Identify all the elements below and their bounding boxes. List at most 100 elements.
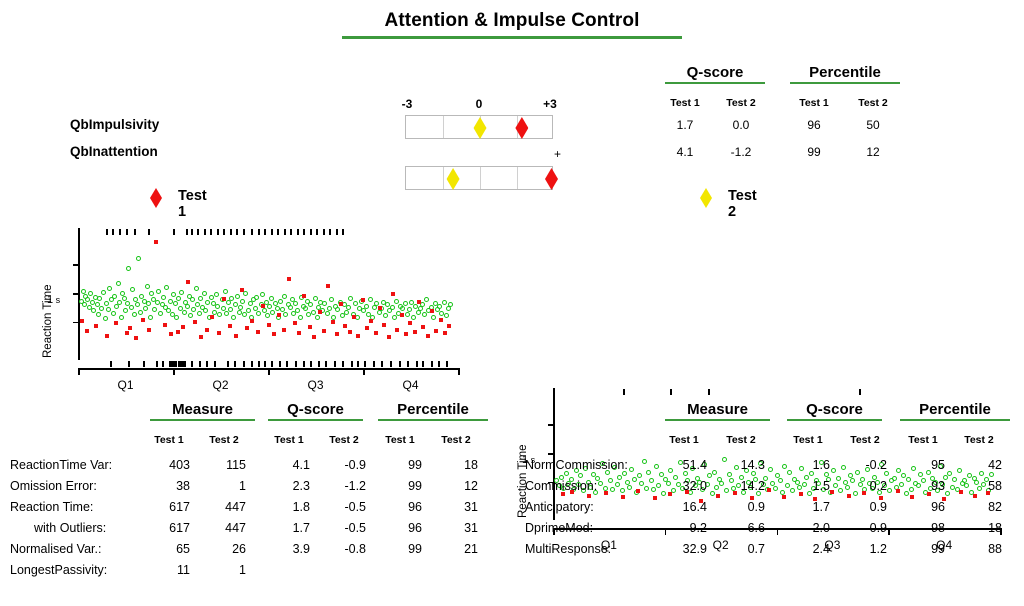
right-table-cell-q2: 0.9: [869, 500, 887, 514]
plot-top-mark: [290, 229, 293, 235]
plot-point-incorrect: [94, 323, 99, 328]
plot-bottom-mark: [381, 361, 384, 367]
plot-bottom-mark: [270, 361, 273, 367]
bottom-left-table: Measure Q-score Percentile Test 1 Test 2…: [10, 398, 490, 598]
plot-point-incorrect: [307, 325, 312, 330]
legend-test2-label: Test 2: [728, 188, 757, 220]
left-col-header-q1: Test 1: [274, 434, 304, 446]
plot-point-correct: [326, 305, 332, 311]
right-table-cell-q2: 0.2: [869, 479, 887, 493]
left-percentile-group-rule: [378, 419, 488, 421]
scalebar-divider: [443, 167, 444, 189]
left-col-header-p1: Test 1: [385, 434, 415, 446]
scalebar-divider: [443, 116, 444, 138]
plot-point-correct: [176, 296, 182, 302]
plot-point-correct: [181, 309, 187, 315]
plot-point-incorrect: [216, 331, 221, 336]
plot-point-incorrect: [140, 317, 145, 322]
left-table-cell-p2: 18: [464, 458, 478, 472]
right-table-cell-q2: 1.2: [869, 542, 887, 556]
left-table-cell-p1: 96: [408, 500, 422, 514]
plot-point-correct: [389, 304, 395, 310]
plot-point-incorrect: [369, 318, 374, 323]
scalebar-qbinattention: [405, 166, 558, 190]
left-col-header-m2: Test 2: [209, 434, 239, 446]
plot-top-mark: [229, 229, 232, 235]
plot-point-incorrect: [386, 334, 391, 339]
plot-point-correct: [400, 305, 406, 311]
right-percentile-group-label: Percentile: [919, 401, 991, 418]
right-percentile-group-rule: [900, 419, 1010, 421]
plot-x-tick: [78, 368, 80, 375]
plot-bottom-mark: [303, 361, 306, 367]
plot-point-correct: [335, 307, 341, 313]
top-col-header-q1: Test 1: [670, 97, 700, 109]
value-qbinattention-pct-test2: 12: [866, 145, 880, 159]
plot-point-correct: [164, 284, 170, 290]
right-table-cell-m2: 14.3: [740, 458, 765, 472]
left-table-cell-q1: 1.7: [292, 521, 310, 535]
plot-bottom-mark: [142, 361, 145, 367]
plot-quarter-label-q3: Q3: [307, 378, 324, 392]
plot-point-correct: [152, 307, 158, 313]
plot-point-correct: [217, 312, 223, 318]
plot-bottom-mark: [357, 361, 360, 367]
plot-point-correct: [184, 303, 190, 309]
plot-point-correct: [144, 283, 150, 289]
plot-top-mark: [203, 229, 206, 235]
plot-point-incorrect: [261, 304, 266, 308]
scatter-plot-test1: Reaction Time 1 s Q1 Q2 Q3 Q4: [30, 218, 460, 392]
plot-point-incorrect: [356, 333, 361, 338]
plot-bottom-mark: [127, 361, 130, 367]
left-table-cell-m2: 447: [225, 521, 246, 535]
plot-point-correct: [81, 302, 87, 308]
plot-bottom-mark: [279, 361, 282, 367]
right-table-cell-p2: 18: [988, 521, 1002, 535]
plot-point-incorrect: [417, 300, 422, 305]
plot-top-mark: [190, 229, 193, 235]
plot-top-mark: [119, 229, 122, 235]
value-qbimpulsivity-pct-test1: 96: [807, 118, 821, 132]
left-table-row-label: Normalised Var.:: [10, 542, 102, 556]
plot-point-correct: [243, 291, 249, 297]
right-col-header-p2: Test 2: [964, 434, 994, 446]
plot-top-mark: [708, 389, 711, 395]
left-table-cell-m1: 617: [169, 521, 190, 535]
plot-point-incorrect: [272, 332, 277, 337]
plot-point-correct: [155, 288, 161, 294]
plot-point-correct: [145, 301, 151, 307]
legend-test1-label: Test 1: [178, 188, 207, 220]
left-col-header-q2: Test 2: [329, 434, 359, 446]
top-qscore-group-header: Q-score: [665, 64, 765, 84]
top-percentile-group-label: Percentile: [809, 64, 881, 81]
left-measure-group-rule: [150, 419, 255, 421]
scalebar-divider: [517, 167, 518, 189]
right-measure-group-rule: [665, 419, 770, 421]
left-table-row-label: with Outliers:: [34, 521, 107, 535]
right-table-cell-m2: 0.7: [747, 542, 765, 556]
plot-top-mark: [342, 229, 345, 235]
plot-point-incorrect: [192, 320, 197, 325]
left-percentile-group-label: Percentile: [397, 401, 469, 418]
plot-point-correct: [295, 308, 301, 314]
plot-bottom-mark: [214, 361, 217, 367]
plot-top-mark: [329, 229, 332, 235]
plot-bottom-mark: [233, 361, 236, 367]
plot-point-correct: [344, 309, 350, 315]
plot-point-correct: [115, 281, 121, 287]
plot-point-correct: [174, 314, 180, 320]
plot-point-correct: [97, 296, 103, 302]
plot-point-incorrect: [105, 333, 110, 338]
left-table-cell-q2: -0.8: [344, 542, 366, 556]
title-block: Attention & Impulse Control: [0, 10, 1024, 39]
plot-bottom-mark: [431, 361, 434, 367]
legend-diamond-icon: [150, 188, 162, 208]
plot-point-incorrect: [360, 297, 365, 302]
left-table-cell-m2: 1: [239, 479, 246, 493]
plot-point-correct: [123, 308, 129, 314]
plot-point-correct: [112, 293, 118, 299]
plot-point-correct: [101, 289, 107, 295]
scale-label-max: +3: [543, 97, 557, 111]
plot-point-correct: [352, 301, 358, 307]
plot-point-correct: [148, 314, 154, 320]
